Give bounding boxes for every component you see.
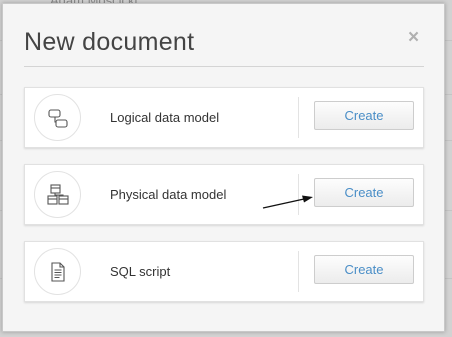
- dialog-title: New document: [24, 28, 195, 56]
- create-physical-model-button[interactable]: Create: [314, 178, 414, 207]
- create-logical-model-button[interactable]: Create: [314, 101, 414, 130]
- close-button[interactable]: ×: [408, 28, 419, 48]
- new-document-dialog: New document × Logical data model Create: [2, 3, 445, 332]
- option-card-sql-script: SQL script Create: [24, 241, 424, 302]
- option-label: SQL script: [110, 264, 171, 279]
- logical-model-icon: [34, 94, 81, 141]
- card-separator: [298, 174, 299, 215]
- create-sql-script-button[interactable]: Create: [314, 255, 414, 284]
- option-card-physical-data-model: Physical data model Create: [24, 164, 424, 225]
- physical-model-icon: [34, 171, 81, 218]
- option-label: Logical data model: [110, 110, 220, 125]
- card-separator: [298, 97, 299, 138]
- title-divider: [24, 66, 424, 67]
- option-card-logical-data-model: Logical data model Create: [24, 87, 424, 148]
- document-icon: [34, 248, 81, 295]
- option-label: Physical data model: [110, 187, 227, 202]
- card-separator: [298, 251, 299, 292]
